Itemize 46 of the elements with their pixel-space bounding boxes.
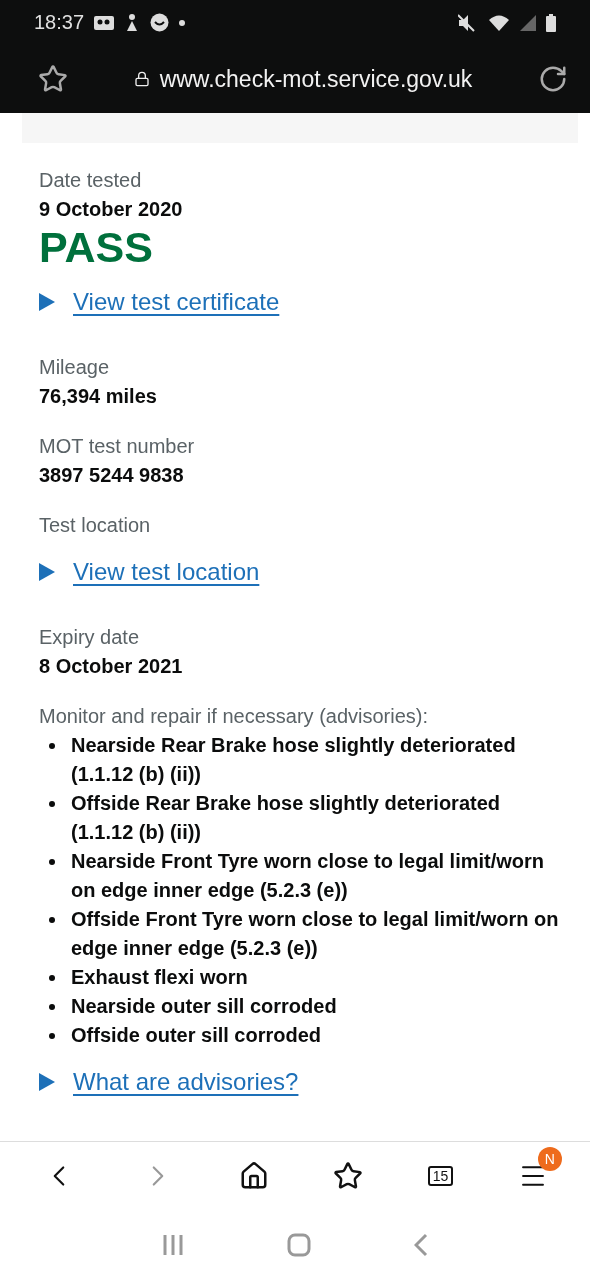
bullet-icon	[49, 917, 55, 923]
bullet-icon	[49, 1004, 55, 1010]
field-label: Mileage	[39, 355, 111, 380]
advisory-item: Nearside Front Tyre worn close to legal limit/worn on edge inner edge (5.2.3 (e))	[71, 849, 546, 903]
field-label: MOT test number	[39, 434, 196, 459]
bullet-icon	[49, 1033, 55, 1039]
field-value: 8 October 2021	[39, 654, 184, 679]
advisory-item: Nearside outer sill corroded	[71, 994, 337, 1019]
notification-badge: N	[537, 1147, 562, 1171]
field-value: 3897 5244 9838	[39, 463, 185, 488]
advisory-item: Offside outer sill corroded	[71, 1023, 322, 1048]
status-time: 18:37	[34, 11, 85, 34]
field-label: Test location	[39, 513, 152, 538]
triangle-icon	[39, 1073, 55, 1091]
signal-icon	[520, 14, 536, 31]
advisory-item: Nearside Rear Brake hose slightly deteriorated (1.1.12 (b) (ii))	[71, 733, 517, 787]
bullet-icon	[49, 743, 55, 749]
details-link[interactable]: What are advisories?	[73, 1068, 299, 1096]
bullet-icon	[49, 801, 55, 807]
back-icon[interactable]	[414, 1233, 429, 1257]
wifi-icon	[488, 13, 510, 32]
field-label: Monitor and repair if necessary (advisories):	[39, 704, 430, 729]
triangle-icon	[39, 293, 55, 311]
details-link[interactable]: View test location	[73, 558, 260, 586]
field-label: Date tested	[39, 168, 143, 193]
bookmark-star-icon[interactable]	[38, 64, 68, 94]
field-value: 9 October 2020	[39, 197, 184, 222]
test-result: PASS	[39, 224, 154, 270]
smiley-icon	[150, 13, 170, 32]
battery-icon	[546, 13, 556, 32]
bullet-icon	[49, 975, 55, 981]
field-value: 76,394 miles	[39, 384, 158, 409]
advisory-item: Offside Rear Brake hose slightly deteriorated (1.1.12 (b) (ii))	[71, 791, 502, 845]
recent-apps-icon[interactable]	[161, 1234, 184, 1256]
triangle-icon	[39, 563, 55, 581]
home-icon[interactable]	[287, 1233, 311, 1257]
bullet-icon	[49, 859, 55, 865]
dot-icon	[179, 19, 186, 26]
reload-icon[interactable]	[538, 64, 568, 94]
details-link[interactable]: View test certificate	[73, 288, 280, 316]
voicemail-icon	[94, 14, 115, 31]
field-label: Expiry date	[39, 625, 141, 650]
star-icon	[333, 1161, 364, 1191]
advisory-item: Exhaust flexi worn	[71, 965, 248, 990]
lock-icon	[133, 71, 150, 87]
advisory-item: Offside Front Tyre worn close to legal limit/worn on edge inner edge (5.2.3 (e))	[71, 907, 560, 961]
